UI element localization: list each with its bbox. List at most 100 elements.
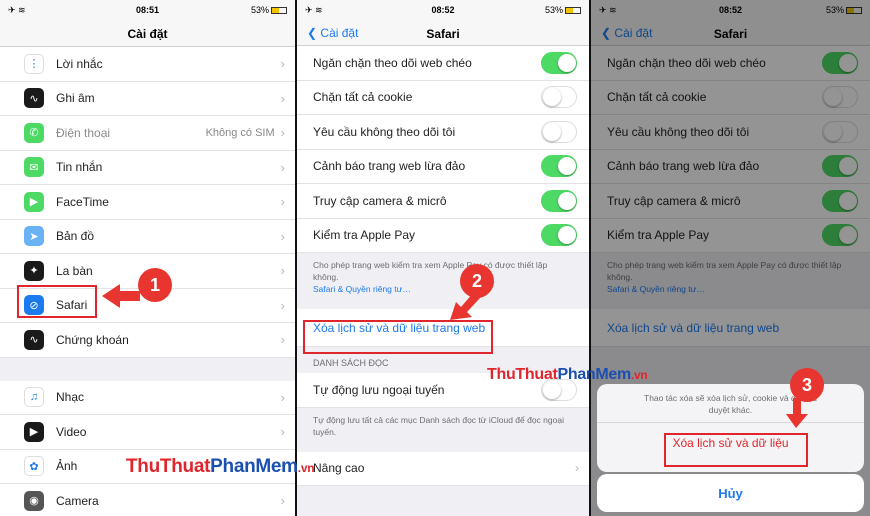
privacy-link[interactable]: Safari & Quyền riêng tư… bbox=[313, 283, 573, 295]
photos-icon: ✿ bbox=[24, 456, 44, 477]
settings-item-messages[interactable]: ✉ Tin nhắn › bbox=[0, 150, 295, 185]
advanced-label: Nâng cao bbox=[313, 461, 365, 476]
settings-panel: ✈ ≋ 08:51 53% Cài đặt ⋮ Lời nhắc › ∿ Ghi âm ›… bbox=[0, 0, 297, 516]
toggle-switch[interactable] bbox=[541, 189, 577, 212]
chevron-right-icon: › bbox=[280, 228, 285, 244]
offline-note: Tự động lưu tất cả các mục Danh sách đọc… bbox=[313, 414, 564, 437]
chevron-right-icon: › bbox=[280, 125, 285, 141]
arrow-1-icon bbox=[102, 284, 140, 308]
compass-icon: ✦ bbox=[24, 260, 44, 281]
battery-icon bbox=[565, 7, 581, 15]
settings-item-phone[interactable]: ✆ Điện thoại Không có SIM › bbox=[0, 116, 295, 151]
battery-indicator: 53% bbox=[251, 5, 287, 15]
settings-item-label: Nhạc bbox=[56, 390, 85, 405]
screenshot: ✈ ≋ 08:51 53% Cài đặt ⋮ Lời nhắc › ∿ Ghi âm ›… bbox=[0, 0, 870, 516]
toggle-row: Truy cập camera & micrô bbox=[297, 184, 589, 219]
settings-item-stocks[interactable]: ∿ Chứng khoán › bbox=[0, 323, 295, 358]
sheet-message: Thao tác xóa sẽ xóa lịch sử, cookie và d… bbox=[597, 384, 864, 423]
highlight-clear-history bbox=[303, 320, 493, 354]
settings-item-music[interactable]: ♫ Nhạc › bbox=[0, 380, 295, 415]
safari-toggle-list: Ngăn chặn theo dõi web chéo Chặn tất cả c… bbox=[297, 46, 589, 253]
settings-item-label: Ghi âm bbox=[56, 91, 95, 106]
apple-pay-note: Cho phép trang web kiểm tra xem Apple Pa… bbox=[297, 253, 589, 309]
toggle-label: Ngăn chặn theo dõi web chéo bbox=[313, 55, 472, 70]
chevron-right-icon: › bbox=[280, 194, 285, 210]
step-badge-3: 3 bbox=[790, 368, 824, 402]
settings-item-video[interactable]: ▶ Video › bbox=[0, 415, 295, 450]
toggle-label: Cảnh báo trang web lừa đảo bbox=[313, 159, 466, 174]
reminders-icon: ⋮ bbox=[24, 53, 44, 74]
toggle-knob bbox=[558, 226, 576, 245]
chevron-right-icon: › bbox=[280, 297, 285, 313]
facetime-icon: ▶ bbox=[24, 191, 44, 212]
settings-item-label: Chứng khoán bbox=[56, 332, 129, 347]
nav-bar: Cài đặt bbox=[0, 20, 295, 47]
camera-icon: ◉ bbox=[24, 490, 44, 511]
settings-item-label: FaceTime bbox=[56, 194, 109, 209]
cancel-button[interactable]: Hủy bbox=[597, 474, 864, 512]
music-icon: ♫ bbox=[24, 387, 44, 408]
settings-item-label: Lời nhắc bbox=[56, 56, 103, 71]
toggle-row: Chặn tất cả cookie bbox=[297, 80, 589, 115]
toggle-label: Yêu cầu không theo dõi tôi bbox=[313, 124, 456, 139]
settings-item-maps[interactable]: ➤ Bản đồ › bbox=[0, 219, 295, 254]
step-badge-2: 2 bbox=[460, 264, 494, 298]
toggle-switch[interactable] bbox=[541, 86, 577, 109]
settings-item-label: Bản đồ bbox=[56, 229, 95, 244]
video-icon: ▶ bbox=[24, 421, 44, 442]
chevron-right-icon: › bbox=[280, 56, 285, 72]
safari-panel: ✈ ≋ 08:52 53% ❮ Cài đặt Safari Ngăn chặn… bbox=[297, 0, 591, 516]
status-bar: ✈ ≋ 08:51 53% bbox=[0, 0, 295, 20]
highlight-confirm-clear bbox=[664, 433, 808, 467]
chevron-right-icon: › bbox=[280, 424, 285, 440]
toggle-switch[interactable] bbox=[541, 224, 577, 247]
settings-list-media: ♫ Nhạc › ▶ Video › ✿ Ảnh › ◉ Camera › bbox=[0, 380, 295, 516]
status-bar: ✈ ≋ 08:52 53% bbox=[297, 0, 589, 20]
chevron-right-icon: › bbox=[280, 389, 285, 405]
toggle-knob bbox=[558, 53, 576, 72]
chevron-right-icon: › bbox=[280, 159, 285, 175]
settings-item-reminders[interactable]: ⋮ Lời nhắc › bbox=[0, 47, 295, 82]
toggle-row: Kiểm tra Apple Pay bbox=[297, 218, 589, 253]
toggle-label: Kiểm tra Apple Pay bbox=[313, 228, 416, 243]
chevron-right-icon: › bbox=[280, 263, 285, 279]
toggle-knob bbox=[543, 122, 561, 141]
advanced-row[interactable]: Nâng cao › bbox=[297, 451, 589, 486]
battery-icon bbox=[271, 7, 287, 15]
settings-item-label: Video bbox=[56, 424, 87, 439]
toggle-knob bbox=[543, 88, 561, 107]
toggle-knob bbox=[558, 191, 576, 210]
maps-icon: ➤ bbox=[24, 226, 44, 247]
battery-indicator: 53% bbox=[545, 5, 581, 15]
chevron-right-icon: › bbox=[280, 332, 285, 348]
offline-label: Tự động lưu ngoại tuyến bbox=[313, 382, 445, 397]
nav-bar: ❮ Cài đặt Safari bbox=[297, 20, 589, 46]
chevron-right-icon: › bbox=[280, 90, 285, 106]
highlight-safari bbox=[17, 285, 97, 318]
settings-item-label: Tin nhắn bbox=[56, 160, 103, 175]
page-title: Cài đặt bbox=[127, 27, 168, 41]
toggle-switch[interactable] bbox=[541, 155, 577, 178]
settings-item-label: Camera bbox=[56, 493, 99, 508]
step-badge-1: 1 bbox=[138, 268, 172, 302]
toggle-switch[interactable] bbox=[541, 51, 577, 74]
toggle-row: Yêu cầu không theo dõi tôi bbox=[297, 115, 589, 150]
settings-item-facetime[interactable]: ▶ FaceTime › bbox=[0, 185, 295, 220]
toggle-switch[interactable] bbox=[541, 120, 577, 143]
stocks-icon: ∿ bbox=[24, 329, 44, 350]
settings-item-camera[interactable]: ◉ Camera › bbox=[0, 484, 295, 516]
voice-memos-icon: ∿ bbox=[24, 88, 44, 109]
settings-item-label: Điện thoại bbox=[56, 125, 111, 140]
chevron-right-icon: › bbox=[575, 461, 579, 476]
settings-item-voice-memos[interactable]: ∿ Ghi âm › bbox=[0, 81, 295, 116]
watermark: ThuThuatPhanMem.vn bbox=[487, 366, 648, 383]
phone-icon: ✆ bbox=[24, 122, 44, 143]
page-title: Safari bbox=[426, 27, 460, 41]
toggle-label: Chặn tất cả cookie bbox=[313, 90, 413, 105]
messages-icon: ✉ bbox=[24, 157, 44, 178]
toggle-label: Truy cập camera & micrô bbox=[313, 193, 447, 208]
toggle-row: Cảnh báo trang web lừa đảo bbox=[297, 149, 589, 184]
toggle-row: Ngăn chặn theo dõi web chéo bbox=[297, 46, 589, 81]
settings-item-value: Không có SIM bbox=[205, 126, 275, 139]
watermark: ThuThuatPhanMem.vn bbox=[126, 456, 315, 477]
